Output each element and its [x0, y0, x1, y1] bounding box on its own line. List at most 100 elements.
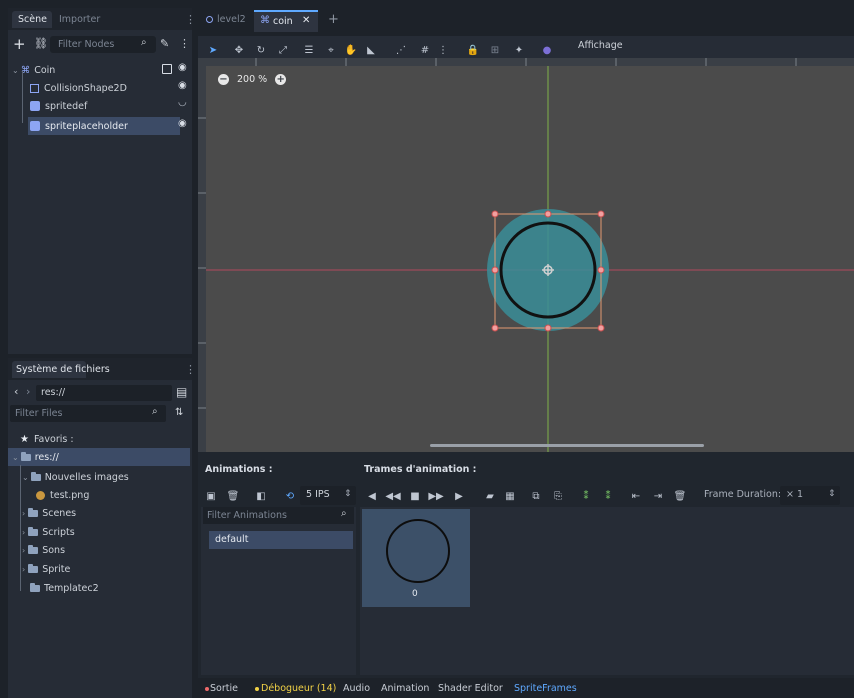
path-field[interactable]: res:// — [36, 385, 172, 401]
copy-frame-icon[interactable]: ⧉ — [530, 489, 542, 503]
fs-folder-scripts[interactable]: › Scripts — [22, 523, 75, 541]
tab-filesystem[interactable]: Système de fichiers — [16, 364, 110, 375]
fs-item-label: Scenes — [42, 507, 77, 519]
group-nodes-icon[interactable]: ⊞ — [488, 43, 502, 57]
spin-arrows-icon[interactable]: ⇕ — [344, 489, 352, 499]
tree-node-collisionshape2d[interactable]: CollisionShape2D ◉ — [22, 79, 196, 97]
tab-spriteframes[interactable]: SpriteFrames — [514, 683, 577, 694]
play-backwards-start-icon[interactable]: ◀ — [367, 489, 377, 503]
animation-item-default[interactable]: default — [209, 531, 353, 549]
tree-node-spritedef[interactable]: spritedef ◡ — [22, 97, 196, 115]
rotate-tool-icon[interactable]: ↻ — [254, 43, 268, 57]
pan-tool-icon[interactable]: ✋ — [344, 43, 358, 57]
search-icon: ⌕ — [141, 37, 147, 48]
move-left-icon[interactable]: ⇤ — [630, 489, 642, 503]
tab-level2[interactable]: level2 — [206, 14, 246, 25]
grid-snap-icon[interactable]: # — [418, 43, 432, 57]
close-tab-icon[interactable]: ✕ — [302, 15, 310, 26]
scale-tool-icon[interactable]: ⤢ — [276, 43, 290, 57]
group-icon[interactable] — [162, 64, 172, 74]
fs-folder-sons[interactable]: › Sons — [22, 541, 65, 559]
dock-menu-icon[interactable]: ⋮ — [185, 363, 196, 376]
add-node-icon[interactable]: + — [13, 35, 26, 53]
tab-coin[interactable]: ⌘ coin ✕ — [254, 10, 318, 32]
horizontal-scrollbar[interactable] — [430, 444, 704, 447]
collapse-arrow-icon[interactable]: ⌄ — [12, 453, 19, 462]
ruler-tool-icon[interactable]: ◣ — [364, 43, 378, 57]
instance-scene-icon[interactable]: ⛓ — [34, 37, 48, 50]
visibility-eye-icon[interactable]: ◉ — [178, 80, 187, 91]
smart-snap-icon[interactable]: ⋰ — [394, 43, 408, 57]
filter-nodes-input[interactable]: Filter Nodes ⌕ — [50, 36, 156, 53]
expand-arrow-icon[interactable]: › — [22, 565, 25, 574]
select-tool-icon[interactable]: ➤ — [206, 43, 220, 57]
load-spritesheet-icon[interactable]: ▦ — [504, 489, 516, 503]
sort-icon[interactable]: ⇅ — [175, 407, 183, 418]
filter-animations-input[interactable]: Filter Animations ⌕ — [203, 507, 354, 524]
new-animation-icon[interactable]: ▣ — [205, 489, 217, 503]
list-select-icon[interactable]: ☰ — [302, 43, 316, 57]
play-backwards-icon[interactable]: ◀◀ — [385, 489, 400, 503]
tab-audio[interactable]: Audio — [343, 683, 370, 694]
dock-menu-icon[interactable]: ⋮ — [185, 13, 196, 26]
spin-arrows-icon[interactable]: ⇕ — [828, 489, 836, 499]
load-from-file-icon[interactable]: ▰ — [484, 489, 496, 503]
fs-folder-nouvelles-images[interactable]: ⌄ Nouvelles images — [22, 468, 129, 486]
visibility-eye-icon[interactable]: ◉ — [178, 118, 187, 129]
collapse-arrow-icon[interactable]: ⌄ — [22, 473, 29, 482]
tab-importer[interactable]: Importer — [59, 14, 100, 25]
delete-animation-icon[interactable]: 🗑 — [227, 489, 240, 503]
back-arrow-icon[interactable]: ‹ — [14, 385, 18, 398]
play-start-icon[interactable]: ▶ — [454, 489, 464, 503]
delete-frame-icon[interactable]: 🗑 — [674, 489, 687, 503]
pivot-tool-icon[interactable]: ⌖ — [324, 43, 338, 57]
collapse-arrow-icon[interactable]: ⌄ — [12, 66, 19, 75]
snap-options-icon[interactable]: ⋮ — [438, 43, 448, 57]
split-view-icon[interactable]: ▤ — [176, 385, 187, 399]
move-tool-icon[interactable]: ✥ — [232, 43, 246, 57]
tab-animation[interactable]: Animation — [381, 683, 429, 694]
loop-icon[interactable]: ⟲ — [284, 489, 296, 503]
frame-duration-spinbox[interactable]: × 1 ⇕ — [780, 486, 840, 505]
fs-folder-sprite[interactable]: › Sprite — [22, 560, 70, 578]
skeleton-icon[interactable]: ✦ — [512, 43, 526, 57]
play-icon[interactable]: ▶▶ — [428, 489, 443, 503]
tab-shader-editor[interactable]: Shader Editor — [438, 683, 503, 694]
hidden-eye-icon[interactable]: ◡ — [178, 97, 187, 108]
script-icon[interactable]: ✎ — [160, 37, 169, 50]
autoplay-icon[interactable]: ◧ — [255, 489, 267, 503]
scene-menu-icon[interactable]: ⋮ — [179, 37, 190, 50]
tab-scene[interactable]: Scène — [18, 14, 47, 25]
add-tab-button[interactable]: + — [328, 12, 339, 27]
viewport-2d[interactable]: − 200 % + — [198, 58, 854, 452]
vertical-ruler — [198, 58, 206, 452]
expand-arrow-icon[interactable]: › — [22, 546, 25, 555]
zoom-level[interactable]: 200 % — [237, 74, 267, 85]
expand-arrow-icon[interactable]: › — [22, 509, 25, 518]
expand-arrow-icon[interactable]: › — [22, 528, 25, 537]
fs-file-test-png[interactable]: test.png — [36, 486, 89, 504]
fps-spinbox[interactable]: 5 IPS ⇕ — [300, 486, 356, 505]
visibility-eye-icon[interactable]: ◉ — [178, 62, 187, 73]
move-right-icon[interactable]: ⇥ — [652, 489, 664, 503]
fs-favorites[interactable]: ★ Favoris : — [20, 430, 74, 448]
frame-tile[interactable]: 0 — [362, 509, 470, 607]
forward-arrow-icon[interactable]: › — [26, 385, 30, 398]
camera-icon[interactable]: ● — [540, 43, 554, 57]
fs-folder-scenes[interactable]: › Scenes — [22, 504, 76, 522]
zoom-in-icon[interactable]: + — [275, 74, 287, 85]
tab-debugger[interactable]: Débogueur (14) — [261, 683, 336, 694]
paste-frame-icon[interactable]: ⎘ — [552, 489, 564, 503]
fs-folder-templatec2[interactable]: Templatec2 — [30, 579, 99, 597]
insert-before-icon[interactable]: ⁑ — [580, 489, 592, 503]
tab-output[interactable]: Sortie — [210, 683, 238, 694]
tree-node-spriteplaceholder[interactable]: spriteplaceholder ◉ — [22, 117, 196, 135]
lock-icon[interactable]: 🔒 — [466, 43, 480, 57]
stop-icon[interactable]: ■ — [410, 489, 420, 503]
tree-node-coin[interactable]: ⌄ ⌘ Coin ◉ — [12, 61, 187, 79]
zoom-out-icon[interactable]: − — [218, 74, 229, 85]
view-menu[interactable]: Affichage — [578, 40, 623, 51]
filter-files-input[interactable]: Filter Files ⌕ — [10, 405, 166, 422]
fs-res-root[interactable]: ⌄ res:// — [12, 448, 59, 466]
insert-after-icon[interactable]: ⁑ — [602, 489, 614, 503]
